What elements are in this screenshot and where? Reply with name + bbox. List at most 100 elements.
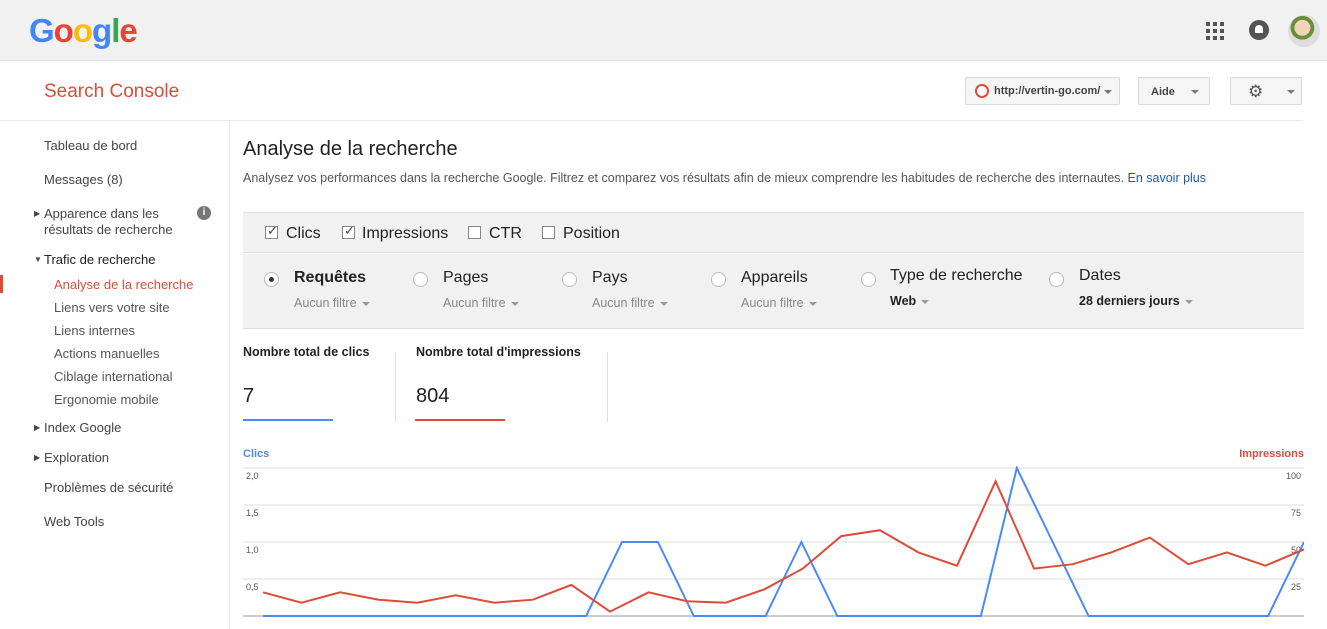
- grouping-filters: Requêtes Aucun filtre Pages Aucun filtre…: [243, 254, 1304, 329]
- chevron-down-icon: [510, 301, 519, 306]
- sidebar-item-security-issues[interactable]: Problèmes de sécurité: [44, 480, 173, 495]
- avatar[interactable]: [1288, 15, 1320, 47]
- dates-dropdown[interactable]: 28 derniers jours: [1079, 294, 1193, 308]
- help-button[interactable]: Aide: [1138, 77, 1210, 105]
- search-type-label[interactable]: Type de recherche: [890, 267, 1023, 285]
- sidebar-item-crawl[interactable]: Exploration: [44, 450, 109, 465]
- sidebar-subitem-links-to-site[interactable]: Liens vers votre site: [54, 300, 170, 315]
- sidebar-subitem-search-analytics[interactable]: Analyse de la recherche: [54, 277, 193, 292]
- notifications-icon[interactable]: [1249, 20, 1269, 40]
- ctr-checkbox[interactable]: [468, 226, 481, 239]
- sidebar-item-web-tools[interactable]: Web Tools: [44, 514, 104, 529]
- clicks-label[interactable]: Clics: [286, 225, 321, 243]
- active-indicator: [0, 275, 3, 293]
- filter-value: Aucun filtre: [443, 296, 506, 310]
- google-logo[interactable]: Google: [29, 12, 138, 50]
- total-impressions-label: Nombre total d'impressions: [416, 345, 581, 359]
- left-tick-label: 1,5: [246, 508, 259, 518]
- google-logo-letter: e: [119, 12, 137, 49]
- settings-button[interactable]: ⚙: [1230, 77, 1302, 105]
- google-bar: Google: [0, 0, 1327, 61]
- sidebar-subitem-mobile-usability[interactable]: Ergonomie mobile: [54, 392, 159, 407]
- queries-radio[interactable]: [264, 272, 279, 287]
- total-impressions-value: 804: [416, 385, 450, 407]
- dates-label[interactable]: Dates: [1079, 267, 1121, 285]
- description-text: Analysez vos performances dans la recher…: [243, 171, 1125, 185]
- sidebar-subitem-manual-actions[interactable]: Actions manuelles: [54, 346, 160, 361]
- sidebar-item-dashboard[interactable]: Tableau de bord: [44, 138, 137, 153]
- filter-value: Web: [890, 294, 917, 308]
- sidebar-item-messages[interactable]: Messages (8): [44, 172, 123, 187]
- page-description: Analysez vos performances dans la recher…: [243, 171, 1206, 185]
- total-clicks-value: 7: [243, 385, 255, 407]
- queries-label[interactable]: Requêtes: [294, 269, 366, 287]
- impressions-checkbox[interactable]: [342, 223, 355, 239]
- total-impressions-card[interactable]: Nombre total d'impressions 804: [415, 345, 606, 423]
- filter-value: Aucun filtre: [741, 296, 804, 310]
- page-title: Analyse de la recherche: [243, 138, 458, 160]
- apps-icon[interactable]: [1206, 22, 1224, 40]
- left-tick-label: 2,0: [246, 471, 259, 481]
- sidebar-subitem-international-targeting[interactable]: Ciblage international: [54, 369, 173, 384]
- right-tick-label: 100: [1286, 471, 1301, 481]
- sidebar-item-search-traffic[interactable]: Trafic de recherche: [44, 252, 156, 267]
- chevron-down-icon: [1104, 90, 1112, 94]
- sidebar-item-label: Apparence dans les: [44, 206, 159, 221]
- pages-filter-dropdown[interactable]: Aucun filtre: [443, 296, 519, 310]
- chevron-down-icon: [808, 301, 817, 306]
- total-clicks-card[interactable]: Nombre total de clics 7: [243, 345, 393, 423]
- countries-label[interactable]: Pays: [592, 269, 628, 287]
- left-axis-title: Clics: [243, 448, 270, 460]
- position-checkbox[interactable]: [542, 226, 555, 239]
- pages-radio[interactable]: [413, 272, 428, 287]
- performance-chart: Clics Impressions 2,0 100 1,5 75 1,0 50 0,5 25: [243, 444, 1304, 629]
- google-logo-letter: g: [92, 12, 112, 49]
- info-icon[interactable]: i: [197, 206, 211, 220]
- filter-value: 28 derniers jours: [1079, 294, 1180, 308]
- triangle-right-icon: ▶: [34, 453, 41, 462]
- filter-value: Aucun filtre: [592, 296, 655, 310]
- countries-radio[interactable]: [562, 272, 577, 287]
- devices-label[interactable]: Appareils: [741, 269, 808, 287]
- pages-label[interactable]: Pages: [443, 269, 488, 287]
- triangle-right-icon: ▶: [34, 423, 41, 432]
- metrics-bar: Clics Impressions CTR Position: [243, 212, 1304, 253]
- queries-filter-dropdown[interactable]: Aucun filtre: [294, 296, 370, 310]
- impressions-label[interactable]: Impressions: [362, 225, 448, 243]
- right-tick-label: 75: [1291, 508, 1301, 518]
- sidebar-item-label: résultats de recherche: [44, 222, 173, 237]
- learn-more-link[interactable]: En savoir plus: [1128, 171, 1207, 185]
- devices-filter-dropdown[interactable]: Aucun filtre: [741, 296, 817, 310]
- dates-radio[interactable]: [1049, 272, 1064, 287]
- ctr-label[interactable]: CTR: [489, 225, 522, 243]
- devices-radio[interactable]: [711, 272, 726, 287]
- total-clicks-label: Nombre total de clics: [243, 345, 370, 359]
- google-logo-letter: l: [111, 12, 120, 49]
- search-type-dropdown[interactable]: Web: [890, 294, 930, 308]
- search-console-title[interactable]: Search Console: [44, 81, 179, 103]
- google-logo-letter: o: [53, 12, 74, 49]
- position-label[interactable]: Position: [563, 225, 620, 243]
- line-chart[interactable]: 2,0 1001,5 751,0 500,5 25: [243, 466, 1304, 629]
- triangle-down-icon: ▼: [34, 255, 42, 264]
- countries-filter-dropdown[interactable]: Aucun filtre: [592, 296, 668, 310]
- header: Search Console http://vertin-go.com/ Aid…: [0, 61, 1327, 121]
- chevron-down-icon: [361, 301, 370, 306]
- site-selector[interactable]: http://vertin-go.com/: [965, 77, 1120, 105]
- chevron-down-icon: [1184, 299, 1193, 304]
- sidebar-item-google-index[interactable]: Index Google: [44, 420, 121, 435]
- series-line-impressions: [262, 478, 1304, 613]
- help-label: Aide: [1151, 86, 1175, 98]
- left-tick-label: 0,5: [246, 582, 259, 592]
- sidebar-item-search-appearance[interactable]: Apparence dans les résultats de recherch…: [44, 206, 173, 238]
- right-axis-title: Impressions: [1239, 448, 1304, 460]
- totals-divider: [395, 352, 396, 422]
- sidebar: Tableau de bord Messages (8) ▶ Apparence…: [0, 121, 230, 629]
- sidebar-subitem-internal-links[interactable]: Liens internes: [54, 323, 135, 338]
- search-type-radio[interactable]: [861, 272, 876, 287]
- site-url: http://vertin-go.com/: [994, 85, 1101, 97]
- google-logo-letter: G: [29, 12, 55, 49]
- site-favicon-icon: [975, 84, 989, 98]
- clicks-checkbox[interactable]: [265, 223, 278, 239]
- triangle-right-icon: ▶: [34, 209, 41, 218]
